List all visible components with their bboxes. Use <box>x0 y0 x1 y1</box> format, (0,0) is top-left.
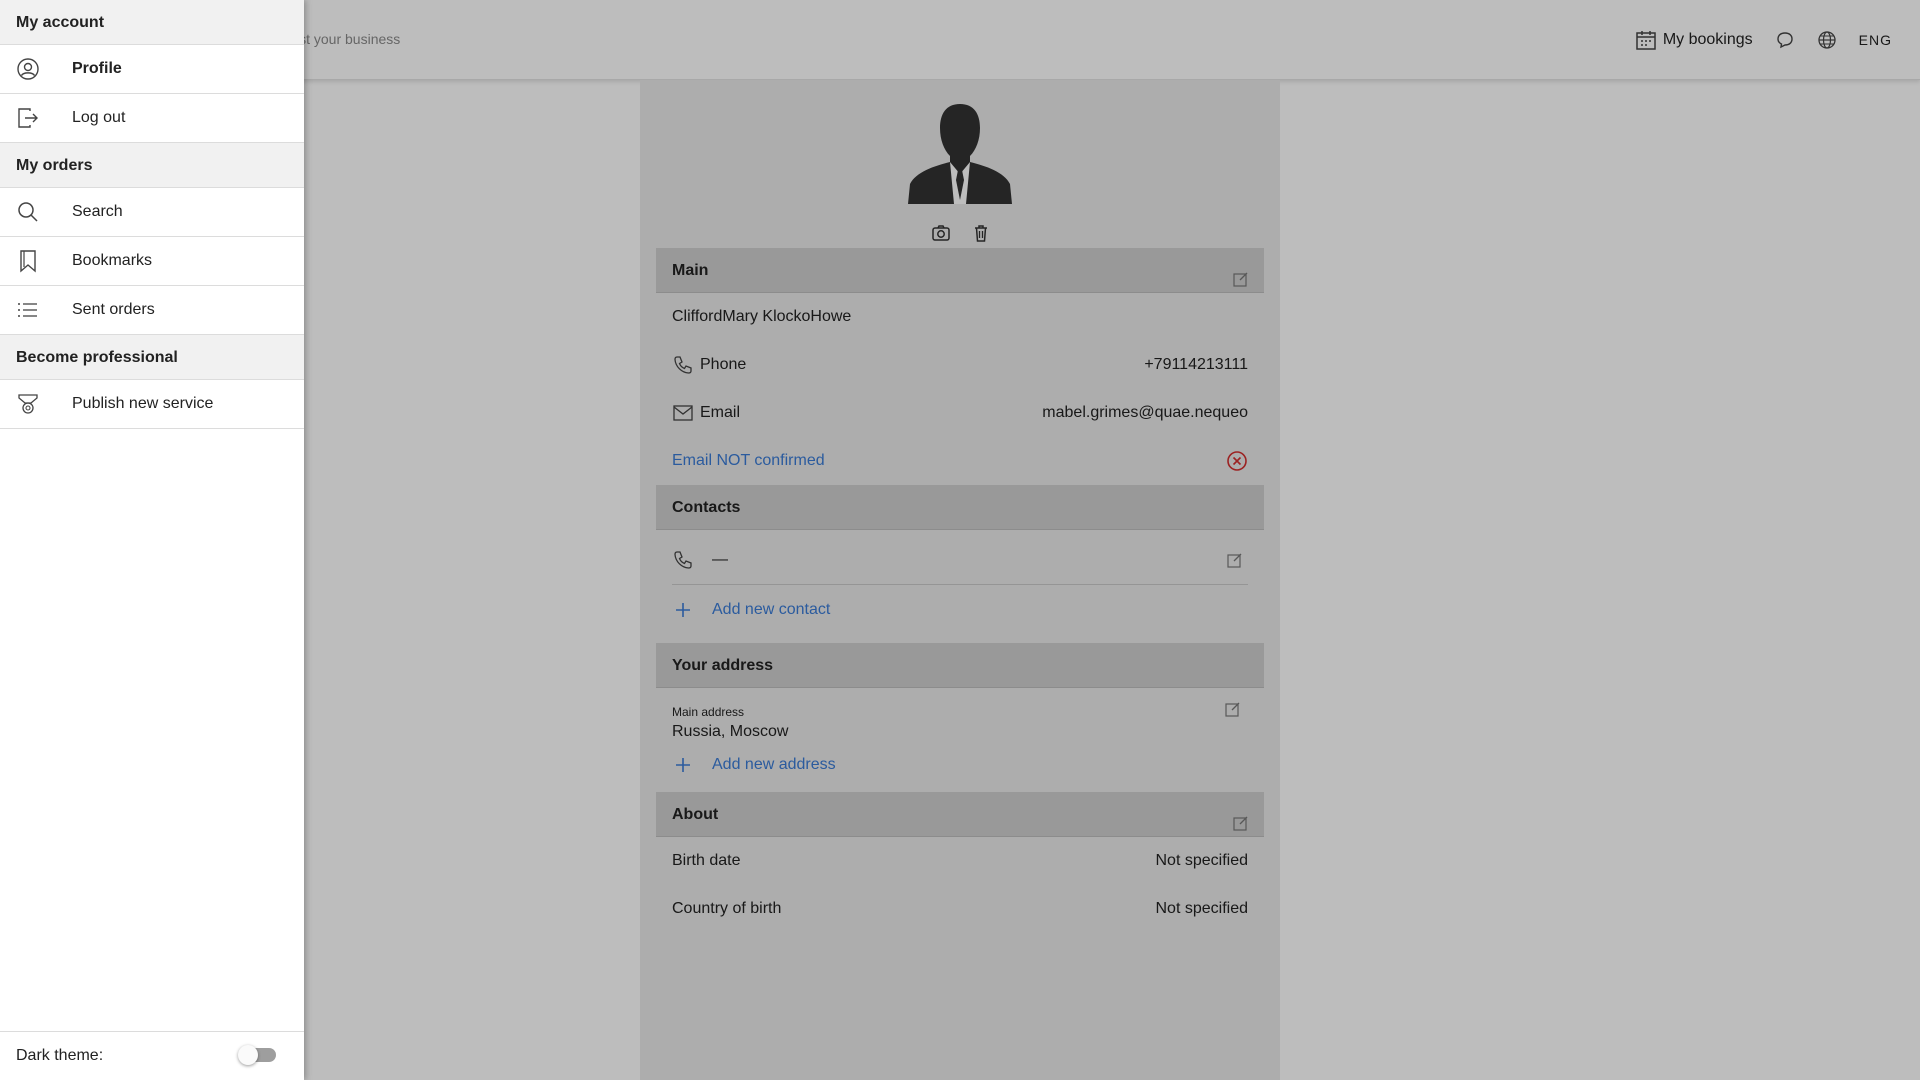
drawer-item-profile-label: Profile <box>72 60 122 77</box>
dark-theme-label: Dark theme: <box>16 1047 104 1064</box>
drawer-item-sent-orders-label: Sent orders <box>72 301 155 318</box>
group-my-orders: My orders <box>0 143 304 188</box>
group-become-professional: Become professional <box>0 335 304 380</box>
bookmark-icon <box>0 249 72 273</box>
drawer-item-publish-service-label: Publish new service <box>72 395 214 412</box>
drawer-item-logout-label: Log out <box>72 109 126 126</box>
drawer-item-search[interactable]: Search <box>0 188 304 237</box>
drawer-item-profile[interactable]: Profile <box>0 45 304 94</box>
toggle-knob <box>238 1045 258 1065</box>
dark-theme-toggle[interactable] <box>238 1045 276 1065</box>
drawer-item-search-label: Search <box>72 203 123 220</box>
drawer-item-logout[interactable]: Log out <box>0 94 304 143</box>
drawer-item-publish-service[interactable]: Publish new service <box>0 380 304 429</box>
user-circle-icon <box>0 57 72 81</box>
drawer-item-sent-orders[interactable]: Sent orders <box>0 286 304 335</box>
list-icon <box>0 298 72 322</box>
drawer-item-bookmarks-label: Bookmarks <box>72 252 153 269</box>
drawer-item-bookmarks[interactable]: Bookmarks <box>0 237 304 286</box>
logout-icon <box>0 106 72 130</box>
medal-icon <box>0 392 72 416</box>
group-my-account: My account <box>0 0 304 45</box>
search-icon <box>0 200 72 224</box>
dark-theme-row: Dark theme: <box>0 1031 304 1080</box>
navigation-drawer: My account Profile Log out My orders Sea… <box>0 0 304 1080</box>
